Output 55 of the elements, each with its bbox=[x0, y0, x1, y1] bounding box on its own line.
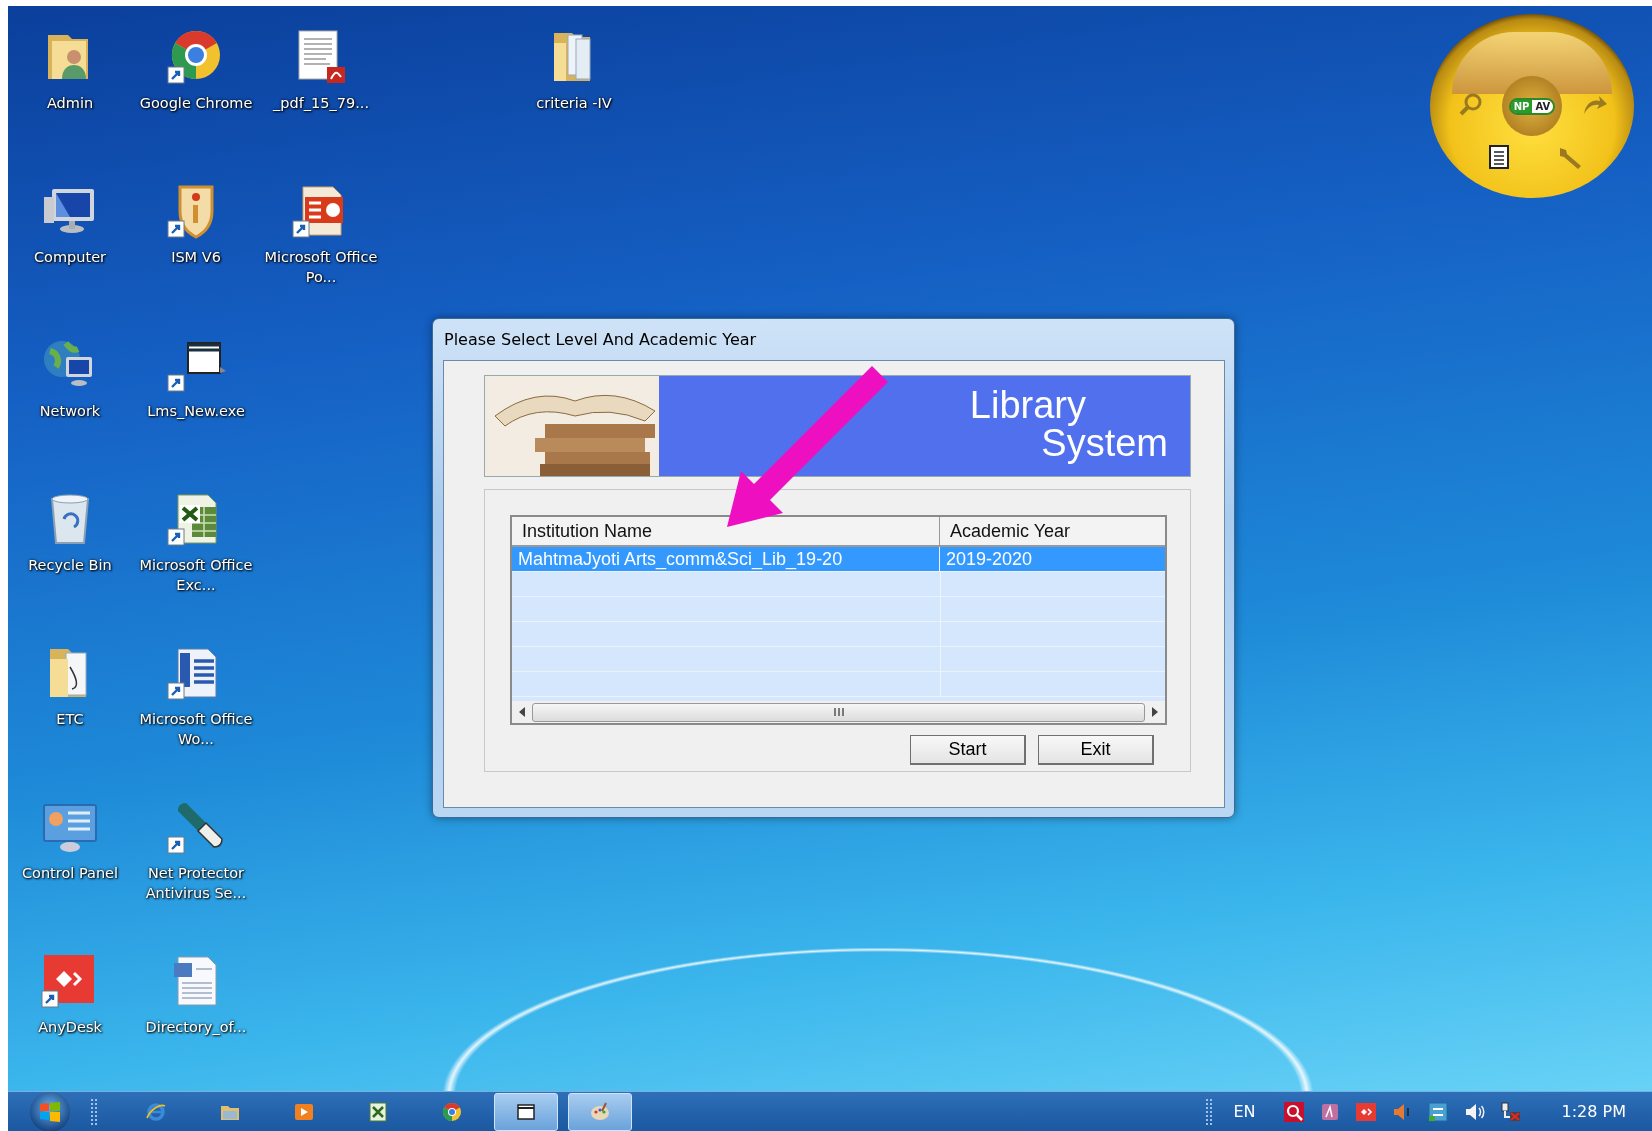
presentation-icon bbox=[302, 186, 343, 236]
folder-icon bbox=[554, 33, 591, 81]
grip-icon bbox=[832, 708, 845, 716]
info-shield-icon bbox=[178, 185, 214, 239]
computer-icon bbox=[44, 189, 94, 233]
table-cell-text: 2019-2020 bbox=[945, 547, 1034, 571]
folder-icon bbox=[50, 649, 87, 697]
windows-logo-icon bbox=[39, 1100, 61, 1123]
scroll-left-icon[interactable] bbox=[518, 707, 526, 717]
desktop-shortcut[interactable]: Control Panel bbox=[11, 787, 129, 883]
dialog-button[interactable]: Start bbox=[910, 735, 1026, 765]
desktop-shortcut[interactable]: Recycle Bin bbox=[11, 479, 129, 575]
desktop-shortcut[interactable]: ISM V6 bbox=[137, 171, 255, 267]
desktop-shortcut[interactable]: Microsoft Office Wo... bbox=[137, 633, 255, 749]
desktop-shortcut[interactable]: Network bbox=[11, 325, 129, 421]
gadget-badge[interactable]: NP AV bbox=[1508, 97, 1556, 115]
redo-arrow-icon[interactable] bbox=[1582, 94, 1608, 116]
taskbar-button[interactable] bbox=[494, 1092, 558, 1131]
recycle-bin-icon bbox=[50, 494, 90, 544]
control-panel-icon bbox=[43, 804, 97, 852]
search-icon[interactable] bbox=[1281, 1099, 1306, 1124]
desktop-shortcut[interactable]: criteria -IV bbox=[515, 17, 633, 113]
desktop-shortcut[interactable]: Microsoft Office Po... bbox=[262, 171, 380, 287]
table-cell: MahtmaJyoti Arts_comm&Sci_Lib_19-20 bbox=[512, 547, 940, 571]
banner-title: Library bbox=[969, 386, 1086, 424]
browser-icon bbox=[172, 31, 220, 79]
folder-user-icon bbox=[48, 35, 88, 79]
document-icon[interactable] bbox=[1488, 144, 1510, 170]
desktop-shortcut[interactable]: ETC bbox=[11, 633, 129, 729]
desktop-shortcut[interactable]: Lms_New.exe bbox=[137, 325, 255, 421]
desktop-shortcut[interactable]: _pdf_15_79... bbox=[262, 17, 380, 113]
desktop-shortcut[interactable]: Admin bbox=[11, 17, 129, 113]
desktop-shortcut[interactable]: Computer bbox=[11, 171, 129, 267]
desktop-shortcut[interactable]: Microsoft Office Exc... bbox=[137, 479, 255, 595]
pdf-document-icon bbox=[298, 30, 345, 83]
language-indicator[interactable]: EN bbox=[1233, 1102, 1256, 1121]
clock[interactable]: 1:28 PM bbox=[1561, 1102, 1626, 1121]
remote-desktop-icon bbox=[44, 955, 94, 1003]
word-document-icon bbox=[177, 648, 217, 698]
scroll-right-icon[interactable] bbox=[1151, 707, 1159, 717]
column-header[interactable]: Academic Year bbox=[940, 517, 1165, 545]
start-button[interactable] bbox=[30, 1091, 70, 1131]
badge-label: AV bbox=[1532, 99, 1554, 113]
spreadsheet-icon bbox=[366, 1099, 390, 1124]
spreadsheet-icon bbox=[177, 494, 217, 544]
globe-monitor-icon bbox=[44, 340, 92, 386]
dialog-button[interactable]: Exit bbox=[1038, 735, 1154, 765]
network-sync-icon[interactable] bbox=[1425, 1099, 1450, 1124]
badge-label: NP bbox=[1510, 99, 1533, 113]
desktop-shortcut[interactable]: Net Protector Antivirus Se... bbox=[137, 787, 255, 903]
window-title: Please Select Level And Academic Year bbox=[444, 330, 757, 349]
document-icon bbox=[174, 956, 217, 1006]
application-window-icon bbox=[186, 342, 226, 374]
desktop-shortcut[interactable]: Google Chrome bbox=[137, 17, 255, 113]
capsule-icon bbox=[178, 803, 223, 848]
